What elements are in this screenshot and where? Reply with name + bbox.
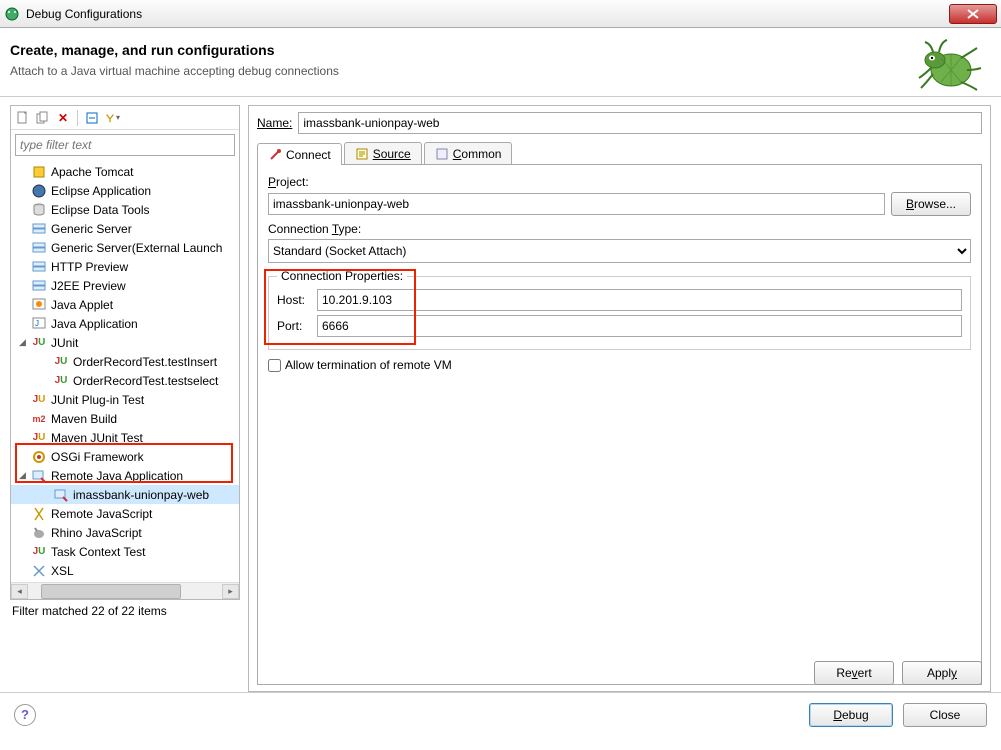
- tree-item[interactable]: JUOrderRecordTest.testselect: [11, 371, 239, 390]
- delete-config-icon[interactable]: ✕: [55, 110, 71, 126]
- window-close-button[interactable]: [949, 4, 997, 24]
- tree-item[interactable]: ◢JUJUnit: [11, 333, 239, 352]
- tree-item[interactable]: OSGi Framework: [11, 447, 239, 466]
- tree-item[interactable]: Rhino JavaScript: [11, 523, 239, 542]
- tab-bar: Connect Source Common: [257, 142, 982, 165]
- tree-item[interactable]: JJava Application: [11, 314, 239, 333]
- dialog-header: Create, manage, and run configurations A…: [0, 28, 1001, 97]
- project-label: Project:: [268, 175, 971, 189]
- tab-connect[interactable]: Connect: [257, 143, 342, 165]
- new-config-icon[interactable]: [15, 110, 31, 126]
- name-input[interactable]: [298, 112, 982, 134]
- tree-item[interactable]: Java Applet: [11, 295, 239, 314]
- common-icon: [435, 147, 449, 161]
- left-toolbar: ✕ ▾: [11, 106, 239, 130]
- debug-button[interactable]: Debug: [809, 703, 893, 727]
- tree-item[interactable]: XSL: [11, 561, 239, 580]
- port-label: Port:: [277, 319, 317, 333]
- filter-config-icon[interactable]: ▾: [104, 110, 120, 126]
- dialog-subtitle: Attach to a Java virtual machine accepti…: [10, 64, 983, 78]
- project-input[interactable]: [268, 193, 885, 215]
- tree-item[interactable]: JUMaven JUnit Test: [11, 428, 239, 447]
- conn-type-select[interactable]: Standard (Socket Attach): [268, 239, 971, 263]
- tree-item[interactable]: JUOrderRecordTest.testInsert: [11, 352, 239, 371]
- config-editor: Name: Connect Source Common Project:: [248, 105, 991, 692]
- connect-icon: [268, 148, 282, 162]
- tree-item[interactable]: J2EE Preview: [11, 276, 239, 295]
- tree-item[interactable]: JUTask Context Test: [11, 542, 239, 561]
- browse-button[interactable]: Browse...: [891, 192, 971, 216]
- tree-scrollbar[interactable]: ◂▸: [11, 582, 239, 599]
- titlebar: Debug Configurations: [0, 0, 1001, 28]
- filter-input[interactable]: [15, 134, 235, 156]
- tree-item[interactable]: ◢Remote Java Application: [11, 466, 239, 485]
- allow-termination-label: Allow termination of remote VM: [285, 358, 452, 372]
- conn-props-legend: Connection Properties:: [277, 269, 407, 283]
- app-icon: [4, 6, 20, 22]
- tab-common[interactable]: Common: [424, 142, 513, 164]
- conn-type-label: Connection Type:: [268, 222, 971, 236]
- filter-status: Filter matched 22 of 22 items: [10, 600, 240, 620]
- host-input[interactable]: [317, 289, 962, 311]
- tree-item[interactable]: Eclipse Application: [11, 181, 239, 200]
- config-tree[interactable]: Apache TomcatEclipse ApplicationEclipse …: [11, 160, 239, 582]
- tree-item[interactable]: Generic Server(External Launch: [11, 238, 239, 257]
- duplicate-config-icon[interactable]: [35, 110, 51, 126]
- dialog-footer: ? Debug Close: [0, 692, 1001, 736]
- help-icon[interactable]: ?: [14, 704, 36, 726]
- tree-item[interactable]: imassbank-unionpay-web: [11, 485, 239, 504]
- dialog-title: Create, manage, and run configurations: [10, 42, 983, 58]
- collapse-all-icon[interactable]: [84, 110, 100, 126]
- debug-bug-icon: [913, 38, 983, 93]
- tree-item[interactable]: Apache Tomcat: [11, 162, 239, 181]
- configurations-panel: ✕ ▾ Apache TomcatEclipse ApplicationEcli…: [10, 105, 240, 600]
- port-input[interactable]: [317, 315, 962, 337]
- tree-item[interactable]: Eclipse Data Tools: [11, 200, 239, 219]
- tree-item[interactable]: JUJUnit Plug-in Test: [11, 390, 239, 409]
- connection-properties-group: Connection Properties: Host: Port:: [268, 269, 971, 350]
- window-title: Debug Configurations: [26, 7, 949, 21]
- name-label: Name:: [257, 116, 292, 130]
- tree-item[interactable]: Generic Server: [11, 219, 239, 238]
- allow-termination-checkbox[interactable]: [268, 359, 281, 372]
- host-label: Host:: [277, 293, 317, 307]
- svg-text:J: J: [35, 319, 39, 328]
- tree-item[interactable]: HTTP Preview: [11, 257, 239, 276]
- apply-button[interactable]: Apply: [902, 661, 982, 685]
- revert-button[interactable]: Revert: [814, 661, 894, 685]
- tab-source[interactable]: Source: [344, 142, 422, 164]
- close-button[interactable]: Close: [903, 703, 987, 727]
- tree-item[interactable]: Remote JavaScript: [11, 504, 239, 523]
- source-icon: [355, 147, 369, 161]
- tree-item[interactable]: m2Maven Build: [11, 409, 239, 428]
